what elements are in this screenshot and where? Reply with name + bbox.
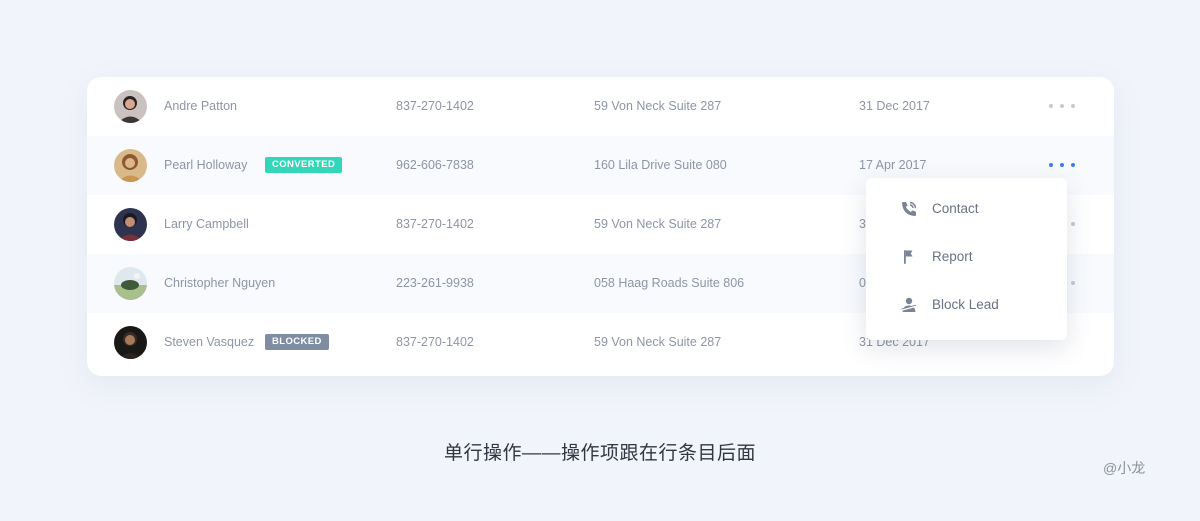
block-user-icon: [900, 296, 918, 314]
lead-phone: 962-606-7838: [396, 158, 474, 172]
lead-date: 31 Dec 2017: [859, 99, 930, 113]
lead-name[interactable]: Christopher Nguyen: [164, 254, 275, 313]
menu-item-block-lead[interactable]: Block Lead: [866, 281, 1067, 329]
menu-item-label: Report: [932, 249, 973, 264]
lead-address: 59 Von Neck Suite 287: [594, 99, 722, 113]
table-row[interactable]: Andre Patton 837-270-1402 59 Von Neck Su…: [87, 77, 1114, 136]
lead-phone: 837-270-1402: [396, 335, 474, 349]
lead-phone: 837-270-1402: [396, 217, 474, 231]
avatar: [114, 326, 147, 359]
lead-phone: 837-270-1402: [396, 99, 474, 113]
status-badge: CONVERTED: [265, 157, 343, 173]
lead-address: 59 Von Neck Suite 287: [594, 217, 722, 231]
menu-item-report[interactable]: Report: [866, 233, 1067, 281]
row-actions-menu: Contact Report Block Lead: [866, 178, 1067, 340]
lead-date: 3: [859, 217, 866, 231]
menu-item-contact[interactable]: Contact: [866, 185, 1067, 233]
avatar: [114, 90, 147, 123]
lead-name[interactable]: Pearl Holloway: [164, 136, 247, 195]
avatar: [114, 267, 147, 300]
lead-address: 160 Lila Drive Suite 080: [594, 158, 727, 172]
more-options-icon[interactable]: [1049, 102, 1075, 110]
status-badge: BLOCKED: [265, 334, 329, 350]
avatar: [114, 208, 147, 241]
avatar: [114, 149, 147, 182]
phone-call-icon: [900, 200, 918, 218]
lead-name[interactable]: Steven Vasquez: [164, 313, 254, 372]
author-signature: @小龙: [1103, 460, 1146, 476]
lead-address: 058 Haag Roads Suite 806: [594, 276, 745, 290]
menu-item-label: Contact: [932, 201, 979, 216]
caption: 单行操作——操作项跟在行条目后面: [443, 443, 756, 464]
lead-phone: 223-261-9938: [396, 276, 474, 290]
menu-item-label: Block Lead: [932, 297, 999, 312]
lead-address: 59 Von Neck Suite 287: [594, 335, 722, 349]
stage: Andre Patton 837-270-1402 59 Von Neck Su…: [0, 0, 1200, 521]
flag-icon: [900, 248, 918, 266]
lead-name[interactable]: Andre Patton: [164, 77, 237, 136]
more-options-icon[interactable]: [1049, 161, 1075, 169]
lead-date: 0: [859, 276, 866, 290]
lead-name[interactable]: Larry Campbell: [164, 195, 249, 254]
